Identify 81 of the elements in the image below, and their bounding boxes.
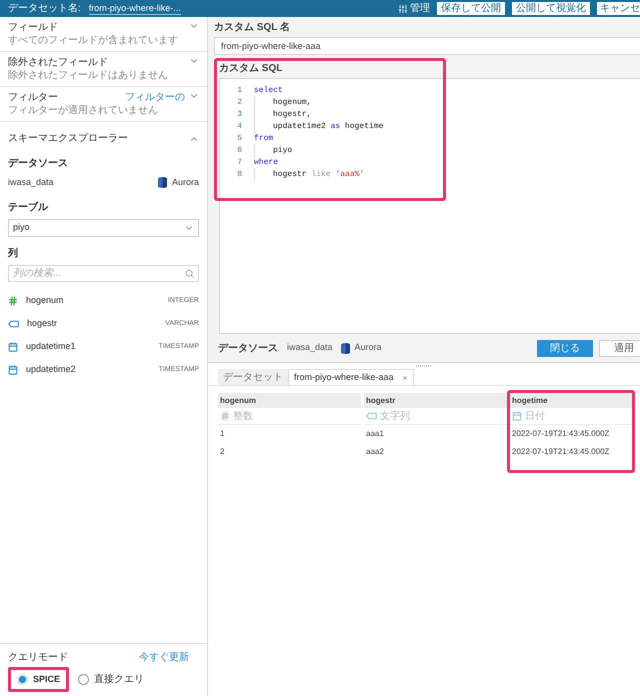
section-title[interactable]: スキーマエクスプローラー (8, 131, 128, 146)
code-line: hogestr like 'aaa%' (254, 169, 364, 181)
engine-name: Aurora (354, 341, 382, 354)
section-title[interactable]: フィルター (8, 91, 58, 104)
column-name[interactable]: updatetime2 (26, 363, 159, 377)
dataset-name[interactable]: from-piyo-where-like-... (88, 2, 181, 14)
manage-link[interactable]: 管理 (410, 1, 430, 16)
code-line: from (254, 133, 274, 145)
table-cell-text: 1 (219, 428, 226, 440)
hash-icon (8, 296, 18, 306)
code-line: select (254, 85, 283, 97)
calendar-icon (8, 342, 18, 352)
code-editor[interactable]: 1 select 2 hogenum, 3 hogestr, 4 updatetime2 as hogetime 5 from 6 piyo 7 where 8 hogestr like 'aaa%' (219, 78, 640, 334)
column-name[interactable]: updatetime1 (26, 340, 159, 354)
datasource-name: iwasa_data (287, 341, 333, 354)
field-label: カスタム SQL 名 (214, 21, 291, 35)
database-icon (158, 177, 167, 188)
line-number: 6 (236, 145, 242, 157)
table-cell-text: 2022-07-19T21:43:45.000Z (511, 428, 610, 440)
code-line: hogenum, (254, 97, 312, 109)
column-header[interactable]: hogestr (364, 393, 507, 408)
search-icon (185, 268, 194, 278)
column-header[interactable]: hogetime (510, 393, 632, 408)
radio-button[interactable] (78, 674, 90, 685)
calendar-icon (8, 365, 18, 375)
tag-icon (366, 412, 377, 420)
hash-icon (220, 411, 230, 421)
close-button[interactable]: 閉じる (537, 340, 593, 356)
line-number: 3 (236, 109, 242, 121)
engine-name: Aurora (172, 176, 199, 189)
sql-name-field[interactable]: from-piyo-where-like-aaa (214, 37, 640, 55)
line-number: 1 (236, 85, 242, 97)
field-label: カスタム SQL (219, 62, 284, 75)
section-hint: 除外されたフィールドはありません (8, 69, 169, 82)
header-button[interactable]: 保存して公開 (437, 2, 505, 15)
table-cell-text: 2 (219, 446, 226, 458)
sliders-icon[interactable] (398, 4, 408, 14)
line-number: 2 (236, 97, 242, 109)
field-label: 列 (8, 246, 19, 260)
tab[interactable]: from-piyo-where-like-aaa (288, 369, 414, 385)
code-line: hogestr, (254, 109, 312, 121)
column-name[interactable]: hogenum (26, 294, 168, 308)
add-filter-link[interactable]: フィルターの (125, 91, 185, 104)
code-line: piyo (254, 145, 292, 157)
field-label: テーブル (8, 200, 50, 214)
line-number: 4 (236, 121, 242, 133)
table-cell-text: 2022-07-19T21:43:45.000Z (511, 446, 610, 458)
column-header[interactable]: hogenum (218, 393, 361, 408)
column-type: 日付 (525, 410, 545, 424)
field-label: データソース (218, 342, 278, 356)
line-number: 5 (236, 133, 242, 145)
section-hint: フィルターが適用されていません (8, 104, 159, 117)
datasource-name: iwasa_data (8, 176, 55, 189)
close-icon[interactable] (402, 374, 408, 380)
header-button[interactable]: 公開して視覚化 (512, 2, 590, 15)
refresh-now-link[interactable]: 今すぐ更新 (139, 650, 189, 665)
dataset-label: データセット名: (8, 2, 81, 16)
section-title[interactable]: 除外されたフィールド (8, 56, 108, 69)
section-title[interactable]: フィールド (8, 21, 58, 34)
code-line: where (254, 157, 278, 169)
table-select[interactable]: piyo (8, 218, 199, 236)
column-search-field[interactable]: 列の検索... (8, 264, 199, 282)
apply-button[interactable]: 適用 (599, 340, 640, 356)
code-line: updatetime2 as hogetime (254, 121, 384, 133)
query-mode-label: クエリモード (8, 651, 68, 665)
database-icon (340, 342, 350, 354)
section-hint: すべてのフィールドが含まれています (8, 34, 179, 47)
table-cell-text: aaa2 (365, 446, 385, 458)
line-number: 7 (236, 157, 242, 169)
radio-label[interactable]: 直接クエリ (94, 672, 144, 687)
calendar-icon (512, 411, 522, 421)
tag-icon (8, 320, 19, 328)
radio-label[interactable]: SPICE (33, 672, 60, 686)
column-type: 整数 (233, 410, 253, 424)
column-name[interactable]: hogestr (27, 317, 166, 331)
table-cell-text: aaa1 (365, 428, 385, 440)
tab[interactable]: データセット (218, 369, 288, 385)
header-button[interactable]: キャンセ (597, 2, 640, 15)
field-label: データソース (8, 157, 69, 171)
line-number: 8 (236, 169, 242, 181)
column-type: 文字列 (380, 410, 410, 424)
